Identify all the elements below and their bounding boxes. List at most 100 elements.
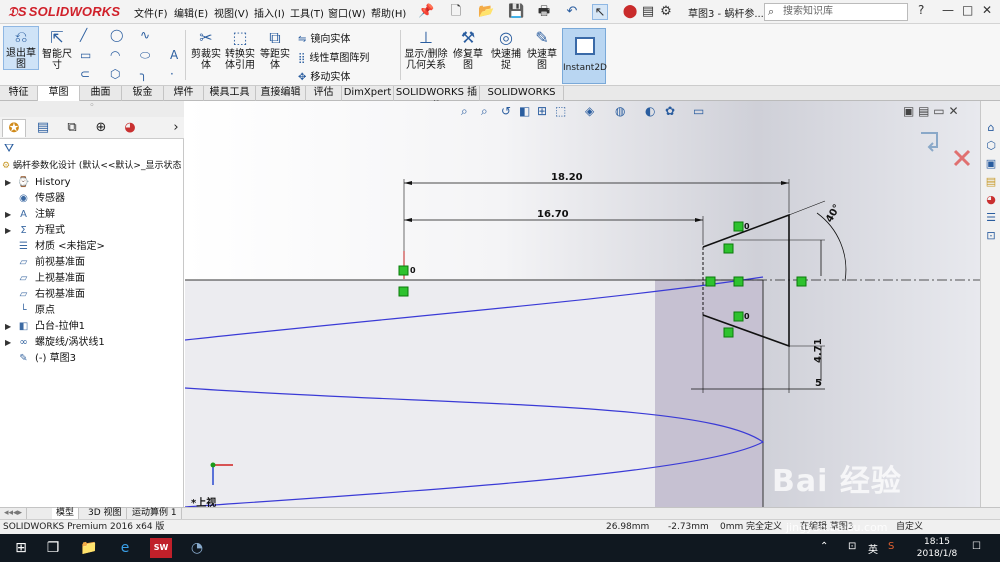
file-explorer-taskbar-icon[interactable]: 📁 — [78, 538, 100, 558]
tree-item-equations[interactable]: ▶ Σ 方程式 — [0, 223, 184, 239]
menu-help[interactable]: 帮助(H) — [371, 5, 406, 20]
relation-glyph[interactable] — [723, 243, 734, 254]
custom-properties-icon[interactable]: ☰ — [984, 211, 998, 225]
tree-item-origin[interactable]: └ 原点 — [0, 303, 184, 319]
file-explorer-icon[interactable]: ▤ — [984, 175, 998, 189]
tab-solidworks-addins[interactable]: SOLIDWORKS 插件 — [394, 86, 480, 112]
tab-sheet-metal[interactable]: 钣金 — [122, 86, 164, 101]
ellipse-icon[interactable]: ⬭ — [140, 48, 170, 63]
help-icon[interactable]: ? — [918, 3, 924, 17]
tree-item-history[interactable]: ▶ ⌚ History — [0, 175, 184, 191]
dimension-height-text[interactable]: 4.71 — [813, 338, 824, 363]
tab-direct-editing[interactable]: 直接编辑 — [256, 86, 306, 101]
status-units[interactable]: 自定义 — [896, 520, 923, 534]
tree-item-right-plane[interactable]: ▱ 右视基准面 — [0, 287, 184, 303]
forum-icon[interactable]: ⊡ — [984, 229, 998, 243]
confirmation-corner-exit-icon[interactable] — [921, 132, 938, 152]
system-clock[interactable]: 18:15 2018/1/8 — [912, 536, 962, 560]
rectangle-icon[interactable]: ▭ — [80, 48, 110, 62]
expand-arrow-icon[interactable]: ▶ — [5, 319, 11, 335]
undo-icon[interactable]: ↶ — [564, 4, 580, 20]
circle-icon[interactable]: ◯ — [110, 28, 140, 42]
slot-icon[interactable]: ⊂ — [80, 67, 110, 81]
linear-pattern-button[interactable]: ⣿ 线性草图阵列 — [298, 49, 369, 64]
input-method-icon[interactable]: S — [888, 541, 894, 552]
app-taskbar-icon[interactable]: ◔ — [186, 538, 208, 558]
relation-glyph[interactable] — [705, 276, 716, 287]
relation-glyph[interactable] — [733, 221, 744, 232]
tree-item-sketch3[interactable]: ✎ (-) 草图3 — [0, 351, 184, 367]
select-arrow-icon[interactable]: ↖ — [592, 4, 608, 20]
move-entities-button[interactable]: ✥ 移动实体 — [298, 68, 350, 83]
menu-window[interactable]: 窗口(W) — [328, 5, 366, 20]
tab-sketch[interactable]: 草图 — [38, 86, 80, 101]
property-manager-tab-icon[interactable]: ▤ — [31, 119, 55, 137]
new-document-icon[interactable]: 🗋 — [448, 4, 464, 20]
arc-icon[interactable]: ◠ — [110, 48, 140, 62]
ime-indicator[interactable]: 英 — [868, 541, 878, 556]
close-icon[interactable]: ✕ — [982, 3, 992, 17]
pin-icon[interactable]: 📌 — [418, 4, 434, 20]
dimension-inner-text[interactable]: 16.70 — [537, 209, 569, 220]
dimension-width-text[interactable]: 5 — [815, 378, 822, 389]
menu-tools[interactable]: 工具(T) — [290, 5, 324, 20]
relation-glyph[interactable] — [733, 276, 744, 287]
file-properties-icon[interactable]: ▤ — [640, 4, 656, 20]
rapid-sketch-button[interactable]: ✎ 快速草图 — [526, 28, 558, 71]
confirmation-corner-cancel-icon[interactable] — [953, 149, 971, 167]
tab-surfaces[interactable]: 曲面 — [80, 86, 122, 101]
dimension-outer-text[interactable]: 18.20 — [551, 172, 583, 183]
graphics-area[interactable]: ⌕ ⌕ ↺ ◧ ⊞ ⬚ ◈ ◍ ◐ ✿ ▭ ▣ ▤ ▭ ✕ 18.20 16.7… — [185, 101, 980, 507]
relation-glyph[interactable] — [398, 286, 409, 297]
smart-dimension-button[interactable]: ⇱ 智能尺寸 — [40, 28, 74, 71]
menu-view[interactable]: 视图(V) — [214, 5, 249, 20]
filter-icon[interactable]: ⛛ — [4, 141, 14, 156]
network-icon[interactable]: ⊡ — [848, 541, 856, 552]
expand-arrow-icon[interactable]: ▶ — [5, 175, 11, 191]
save-icon[interactable]: 💾 — [508, 4, 524, 20]
tab-solidworks-mbd[interactable]: SOLIDWORKS MBD — [480, 86, 564, 112]
appearances-icon[interactable]: ◕ — [984, 193, 998, 207]
home-icon[interactable]: ⌂ — [984, 121, 998, 135]
tree-item-material[interactable]: ☰ 材质 <未指定> — [0, 239, 184, 255]
tab-mold-tools[interactable]: 模具工具 — [204, 86, 256, 101]
edge-browser-icon[interactable]: e — [114, 538, 136, 558]
polygon-icon[interactable]: ⬡ — [110, 67, 140, 81]
tree-item-sensors[interactable]: ◉ 传感器 — [0, 191, 184, 207]
display-delete-relations-button[interactable]: ⊥ 显示/删除几何关系 — [404, 28, 448, 71]
print-icon[interactable]: 🖶 — [536, 4, 552, 20]
expand-arrow-icon[interactable]: ▶ — [5, 207, 11, 223]
tree-item-annotations[interactable]: ▶ A 注解 — [0, 207, 184, 223]
resources-icon[interactable]: ⬡ — [984, 139, 998, 153]
expand-arrow-icon[interactable]: ▶ — [5, 223, 11, 239]
tree-root-part[interactable]: ⚙ 蜗杆参数化设计 (默认<<默认>_显示状态 — [2, 158, 181, 171]
dimension-angle-text[interactable]: 40° — [824, 203, 843, 225]
maximize-icon[interactable]: □ — [962, 3, 973, 17]
tab-features[interactable]: 特征 — [0, 86, 38, 101]
panel-grip[interactable]: ◦ — [0, 101, 184, 117]
tab-evaluate[interactable]: 评估 — [306, 86, 342, 101]
design-library-icon[interactable]: ▣ — [984, 157, 998, 171]
feature-manager-tab-icon[interactable]: ✪ — [2, 119, 26, 137]
search-input[interactable]: ⌕ 搜索知识库 — [764, 3, 908, 21]
relation-glyph[interactable] — [733, 311, 744, 322]
tree-item-top-plane[interactable]: ▱ 上视基准面 — [0, 271, 184, 287]
tree-item-front-plane[interactable]: ▱ 前视基准面 — [0, 255, 184, 271]
solidworks-taskbar-icon[interactable]: SW — [150, 538, 172, 558]
dimxpert-manager-tab-icon[interactable]: ⊕ — [89, 119, 113, 137]
tab-weldments[interactable]: 焊件 — [164, 86, 204, 101]
menu-edit[interactable]: 编辑(E) — [174, 5, 208, 20]
notifications-icon[interactable]: ☐ — [972, 541, 981, 552]
quick-snaps-button[interactable]: ◎ 快速捕捉 — [490, 28, 522, 71]
line-icon[interactable]: ╱ — [80, 28, 110, 42]
tab-dimxpert[interactable]: DimXpert — [342, 86, 394, 101]
minimize-icon[interactable]: — — [942, 3, 954, 17]
relation-glyph[interactable] — [398, 265, 409, 276]
exit-sketch-button[interactable]: ⎌ 退出草图 — [3, 26, 39, 70]
fillet-icon[interactable]: ╮ — [140, 67, 170, 81]
spline-icon[interactable]: ∿ — [140, 28, 170, 42]
mirror-entities-button[interactable]: ⇋ 镜向实体 — [298, 30, 350, 45]
traffic-light-icon[interactable]: ⬤ — [622, 4, 638, 20]
expand-arrow-icon[interactable]: ▶ — [5, 335, 11, 351]
menu-insert[interactable]: 插入(I) — [254, 5, 285, 20]
